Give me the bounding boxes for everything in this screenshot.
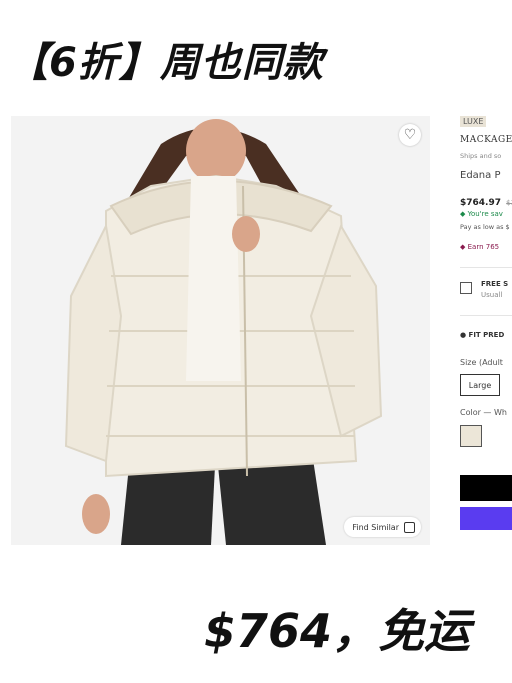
- wishlist-heart-icon[interactable]: ♡: [399, 124, 421, 146]
- coat-illustration: [11, 116, 430, 545]
- find-similar-label: Find Similar: [352, 522, 399, 532]
- fit-predictor-link[interactable]: ● FIT PRED: [460, 331, 504, 339]
- visual-search-icon: [404, 521, 415, 533]
- luxe-badge: LUXE: [460, 116, 487, 127]
- divider: [460, 267, 512, 268]
- product-image[interactable]: ♡ Find Similar: [11, 116, 430, 545]
- tag-icon: ◆: [460, 210, 468, 218]
- ships-note: Ships and so: [460, 152, 502, 160]
- diamond-icon: ◆: [460, 243, 468, 251]
- size-label: Size (Adult: [460, 358, 503, 367]
- shipping-box-icon: [460, 282, 472, 294]
- was-price: $1: [506, 199, 512, 207]
- product-details-panel: LUXE MACKAGE Ships and so Edana P $764.9…: [460, 116, 512, 536]
- earn-label: Earn 765: [467, 243, 500, 251]
- color-label: Color — Wh: [460, 408, 507, 417]
- pay-as-low-text: Pay as low as $: [460, 223, 510, 231]
- shipping-subtitle: Usuall: [481, 291, 503, 299]
- divider: [460, 315, 512, 316]
- find-similar-button[interactable]: Find Similar: [344, 517, 421, 537]
- shipping-title: FREE S: [481, 280, 509, 288]
- saving-text: ◆ You're sav: [460, 210, 503, 218]
- brand-name[interactable]: MACKAGE: [460, 135, 512, 145]
- current-price: $764.97: [460, 198, 501, 208]
- price: $764.97 $1: [460, 198, 512, 208]
- price-banner: $764，免运: [204, 604, 471, 658]
- product-name: Edana P: [460, 170, 501, 181]
- pay-button[interactable]: [460, 507, 512, 530]
- color-swatch[interactable]: [460, 425, 482, 447]
- fit-icon: ●: [460, 331, 469, 339]
- fit-predictor-label: FIT PRED: [468, 331, 505, 339]
- earn-points: ◆ Earn 765: [460, 243, 499, 251]
- saving-label: You're sav: [467, 210, 503, 218]
- add-to-cart-button[interactable]: [460, 475, 512, 501]
- headline: 【6折】周也同款: [8, 40, 324, 86]
- size-option-large[interactable]: Large: [460, 374, 500, 396]
